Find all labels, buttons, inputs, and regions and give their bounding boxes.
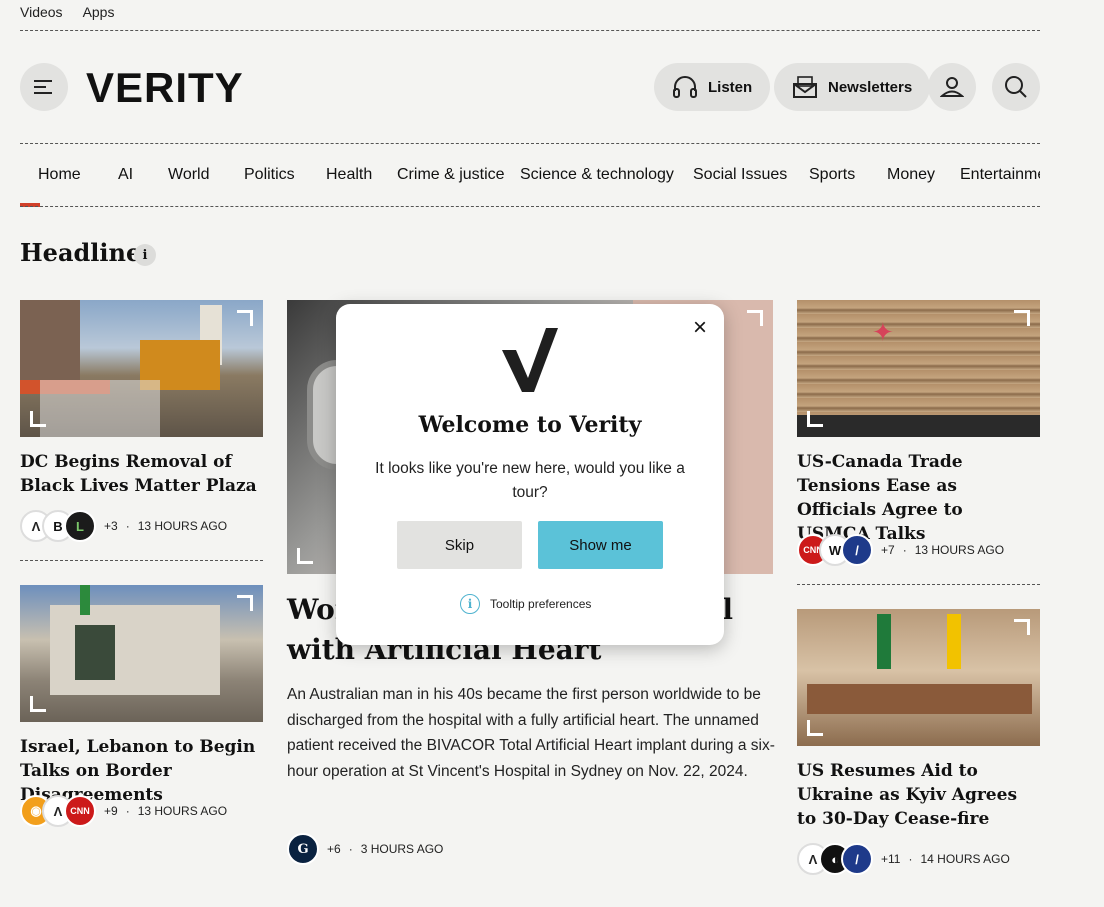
expand-corner: [807, 411, 823, 427]
nav-item-ai[interactable]: AI: [118, 166, 133, 184]
site-logo[interactable]: VERITY: [86, 64, 244, 112]
expand-corner: [30, 696, 46, 712]
listen-label: Listen: [708, 78, 753, 96]
apps-link[interactable]: Apps: [83, 4, 115, 20]
card-title[interactable]: US-Canada Trade Tensions Ease as Officia…: [797, 450, 1040, 546]
newsletters-label: Newsletters: [828, 78, 913, 96]
card-title[interactable]: US Resumes Aid to Ukraine as Kyiv Agrees…: [797, 759, 1040, 831]
menu-button[interactable]: [20, 63, 68, 111]
modal-text: It looks like you're new here, would you…: [375, 460, 685, 501]
nav-item-sports[interactable]: Sports: [809, 166, 855, 184]
info-icon[interactable]: i: [134, 244, 156, 266]
source-count: +7: [881, 543, 895, 557]
videos-link[interactable]: Videos: [20, 4, 63, 20]
verity-logo-icon: [502, 328, 558, 392]
welcome-modal: × Welcome to Verity It looks like you're…: [336, 304, 724, 645]
source-count: +9: [104, 804, 118, 818]
hamburger-icon: [34, 80, 52, 94]
timestamp: 13 HOURS AGO: [137, 804, 228, 818]
divider: [797, 584, 1040, 585]
close-icon[interactable]: ×: [690, 316, 710, 340]
card-meta: ◉ Λ CNN +9 · 13 HOURS AGO: [20, 795, 227, 827]
nav-item-politics[interactable]: Politics: [244, 166, 295, 184]
source-logo: /: [841, 534, 873, 566]
timestamp: 14 HOURS AGO: [920, 852, 1010, 866]
nav-item-crime-justice[interactable]: Crime & justice: [397, 166, 505, 184]
user-icon: [940, 77, 964, 97]
search-icon: [1005, 76, 1027, 98]
headphones-icon: [673, 76, 697, 98]
card-title[interactable]: DC Begins Removal of Black Lives Matter …: [20, 450, 263, 498]
card-meta: CNN W / +7 · 13 HOURS AGO: [797, 534, 1004, 566]
expand-corner: [237, 310, 253, 326]
divider: [20, 30, 1040, 31]
search-button[interactable]: [992, 63, 1040, 111]
source-logo: G: [287, 833, 319, 865]
nav-item-money[interactable]: Money: [887, 166, 935, 184]
expand-corner: [1014, 310, 1030, 326]
card-meta: Λ ◐ / +11 · 14 HOURS AGO: [797, 843, 1010, 875]
source-logo: L: [64, 510, 96, 542]
nav-item-entertainment[interactable]: Entertainment: [960, 166, 1040, 184]
skip-button[interactable]: Skip: [397, 521, 522, 569]
timestamp: 13 HOURS AGO: [137, 519, 228, 533]
nav-item-world[interactable]: World: [168, 166, 210, 184]
source-logo: CNN: [64, 795, 96, 827]
expand-corner: [1014, 619, 1030, 635]
main-story-description: An Australian man in his 40s became the …: [287, 686, 775, 780]
divider: [20, 143, 1040, 144]
card-image-canada[interactable]: ✦: [797, 300, 1040, 437]
nav-item-social-issues[interactable]: Social Issues: [693, 166, 787, 184]
card-meta: Λ B L +3 · 13 HOURS AGO: [20, 510, 227, 542]
card-meta: G +6 · 3 HOURS AGO: [287, 833, 443, 865]
nav-item-health[interactable]: Health: [326, 166, 372, 184]
tooltip-preferences-link[interactable]: i Tooltip preferences: [460, 594, 591, 614]
show-me-button[interactable]: Show me: [538, 521, 663, 569]
nav-item-home[interactable]: Home: [38, 166, 81, 184]
source-count: +3: [104, 519, 118, 533]
source-count: +6: [327, 842, 341, 856]
nav-item-science-technology[interactable]: Science & technology: [520, 166, 674, 184]
expand-corner: [297, 548, 313, 564]
modal-title: Welcome to Verity: [418, 412, 642, 438]
source-logo: /: [841, 843, 873, 875]
divider: [20, 560, 263, 561]
source-count: +11: [881, 852, 901, 866]
card-image-dc[interactable]: [20, 300, 263, 437]
main-nav: Home AI World Politics Health Crime & ju…: [20, 166, 1040, 190]
divider: [20, 206, 1040, 207]
expand-corner: [747, 310, 763, 326]
expand-corner: [807, 720, 823, 736]
listen-button[interactable]: Listen: [654, 63, 771, 111]
card-image-ukraine[interactable]: [797, 609, 1040, 746]
top-links: Videos Apps: [20, 4, 114, 20]
expand-corner: [237, 595, 253, 611]
timestamp: 3 HOURS AGO: [360, 842, 444, 856]
card-image-israel[interactable]: [20, 585, 263, 722]
newsletters-button[interactable]: Newsletters: [774, 63, 931, 111]
info-circle-icon: i: [460, 594, 480, 614]
tooltip-preferences-label: Tooltip preferences: [490, 597, 592, 611]
envelope-icon: [793, 76, 817, 98]
account-button[interactable]: [928, 63, 976, 111]
timestamp: 13 HOURS AGO: [914, 543, 1005, 557]
expand-corner: [30, 411, 46, 427]
